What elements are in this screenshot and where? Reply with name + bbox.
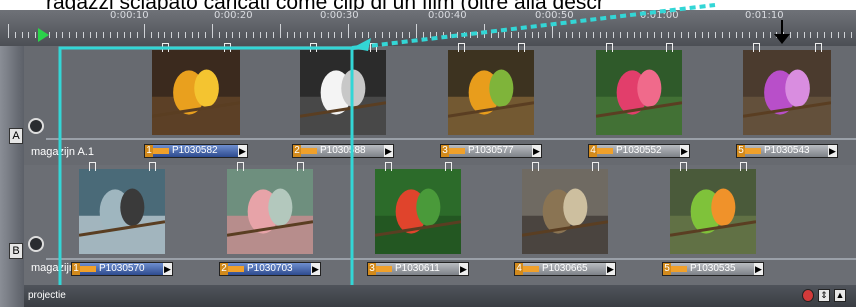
record-button[interactable]: [802, 289, 814, 302]
dotted-arrow-line: [351, 3, 716, 50]
annotation-overlay: [58, 3, 790, 290]
status-bar: [24, 285, 856, 307]
status-label: projectie: [28, 290, 66, 301]
up-down-button[interactable]: ⇕: [818, 289, 830, 302]
selection-highlight-box: [58, 46, 354, 290]
up-button[interactable]: ▲: [834, 289, 846, 302]
down-arrow-icon: [774, 34, 790, 44]
